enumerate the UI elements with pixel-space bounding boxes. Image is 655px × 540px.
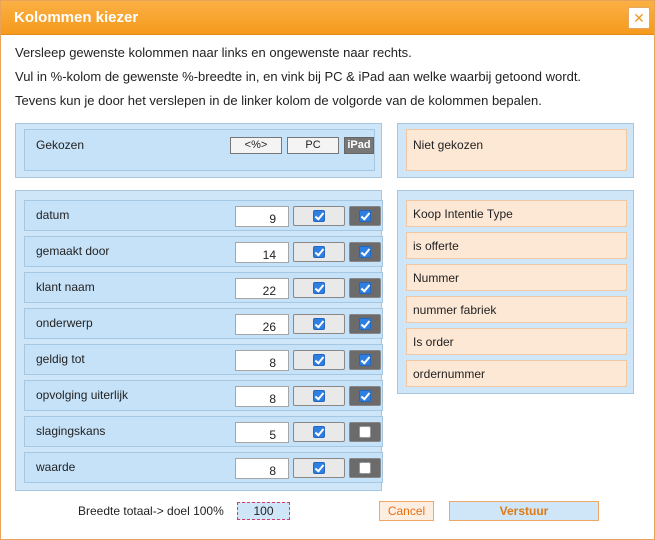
ipad-checkbox[interactable] bbox=[359, 354, 371, 366]
chosen-column-row[interactable]: geldig tot 8 bbox=[24, 344, 383, 375]
ipad-toggle[interactable] bbox=[349, 242, 381, 262]
chosen-column-row[interactable]: opvolging uiterlijk 8 bbox=[24, 380, 383, 411]
pc-column-header[interactable]: PC bbox=[287, 137, 339, 154]
chosen-column-row[interactable]: datum 9 bbox=[24, 200, 383, 231]
chosen-column-label: waarde bbox=[36, 460, 76, 474]
instruction-line-3: Tevens kun je door het verslepen in de l… bbox=[15, 93, 542, 108]
ipad-toggle[interactable] bbox=[349, 278, 381, 298]
ipad-checkbox[interactable] bbox=[359, 282, 371, 294]
chosen-column-row[interactable]: slagingskans 5 bbox=[24, 416, 383, 447]
not-chosen-column-item[interactable]: ordernummer bbox=[406, 360, 627, 387]
not-chosen-column-label: ordernummer bbox=[413, 367, 486, 381]
ipad-checkbox[interactable] bbox=[359, 318, 371, 330]
pc-toggle[interactable] bbox=[293, 278, 345, 298]
ipad-checkbox[interactable] bbox=[359, 246, 371, 258]
chosen-column-row[interactable]: klant naam 22 bbox=[24, 272, 383, 303]
pc-checkbox[interactable] bbox=[313, 390, 325, 402]
percent-input[interactable]: 5 bbox=[235, 422, 289, 443]
chosen-column-label: klant naam bbox=[36, 280, 95, 294]
ipad-toggle[interactable] bbox=[349, 206, 381, 226]
ipad-toggle[interactable] bbox=[349, 422, 381, 442]
pc-toggle[interactable] bbox=[293, 242, 345, 262]
chosen-columns-panel: datum 9 gemaakt door 14 klant naam 22 onderwer… bbox=[15, 190, 383, 491]
ipad-checkbox[interactable] bbox=[359, 390, 371, 402]
chosen-column-label: geldig tot bbox=[36, 352, 85, 366]
chosen-column-label: slagingskans bbox=[36, 424, 106, 438]
not-chosen-column-item[interactable]: Nummer bbox=[406, 264, 627, 291]
pc-toggle[interactable] bbox=[293, 386, 345, 406]
not-chosen-header-row: Niet gekozen bbox=[406, 129, 627, 171]
not-chosen-column-label: is offerte bbox=[413, 239, 459, 253]
percent-input[interactable]: 22 bbox=[235, 278, 289, 299]
pc-toggle[interactable] bbox=[293, 422, 345, 442]
instruction-line-1: Versleep gewenste kolommen naar links en… bbox=[15, 45, 412, 60]
column-chooser-dialog: Kolommen kiezer ✕ Versleep gewenste kolo… bbox=[0, 0, 655, 540]
dialog-title: Kolommen kiezer bbox=[14, 9, 139, 26]
ipad-toggle[interactable] bbox=[349, 314, 381, 334]
chosen-column-row[interactable]: waarde 8 bbox=[24, 452, 383, 483]
pc-toggle[interactable] bbox=[293, 206, 345, 226]
pc-toggle[interactable] bbox=[293, 350, 345, 370]
pc-checkbox[interactable] bbox=[313, 318, 325, 330]
not-chosen-header-panel: Niet gekozen bbox=[397, 123, 634, 178]
pc-checkbox[interactable] bbox=[313, 210, 325, 222]
chosen-column-label: opvolging uiterlijk bbox=[36, 388, 129, 402]
not-chosen-column-item[interactable]: Is order bbox=[406, 328, 627, 355]
ipad-checkbox[interactable] bbox=[359, 426, 371, 438]
ipad-toggle[interactable] bbox=[349, 458, 381, 478]
percent-input[interactable]: 8 bbox=[235, 386, 289, 407]
chosen-column-label: gemaakt door bbox=[36, 244, 110, 258]
pc-checkbox[interactable] bbox=[313, 354, 325, 366]
not-chosen-columns-panel: Koop Intentie Type is offerte Nummer nummer… bbox=[397, 190, 634, 394]
not-chosen-column-label: Koop Intentie Type bbox=[413, 207, 513, 221]
chosen-column-label: onderwerp bbox=[36, 316, 93, 330]
not-chosen-column-item[interactable]: Koop Intentie Type bbox=[406, 200, 627, 227]
chosen-header-panel: Gekozen <%> PC iPad bbox=[15, 123, 382, 178]
chosen-column-row[interactable]: gemaakt door 14 bbox=[24, 236, 383, 267]
not-chosen-column-item[interactable]: nummer fabriek bbox=[406, 296, 627, 323]
ipad-toggle[interactable] bbox=[349, 350, 381, 370]
not-chosen-header-label: Niet gekozen bbox=[413, 138, 484, 152]
cancel-button[interactable]: Cancel bbox=[379, 501, 434, 521]
ipad-checkbox[interactable] bbox=[359, 462, 371, 474]
not-chosen-column-label: nummer fabriek bbox=[413, 303, 497, 317]
not-chosen-column-label: Nummer bbox=[413, 271, 460, 285]
percent-column-header[interactable]: <%> bbox=[230, 137, 282, 154]
pc-toggle[interactable] bbox=[293, 458, 345, 478]
ipad-toggle[interactable] bbox=[349, 386, 381, 406]
chosen-header-label: Gekozen bbox=[36, 138, 85, 152]
percent-input[interactable]: 14 bbox=[235, 242, 289, 263]
chosen-column-label: datum bbox=[36, 208, 70, 222]
ipad-checkbox[interactable] bbox=[359, 210, 371, 222]
percent-input[interactable]: 9 bbox=[235, 206, 289, 227]
pc-checkbox[interactable] bbox=[313, 462, 325, 474]
percent-input[interactable]: 8 bbox=[235, 350, 289, 371]
send-button[interactable]: Verstuur bbox=[449, 501, 599, 521]
chosen-column-row[interactable]: onderwerp 26 bbox=[24, 308, 383, 339]
ipad-column-header[interactable]: iPad bbox=[344, 137, 374, 154]
pc-checkbox[interactable] bbox=[313, 282, 325, 294]
dialog-titlebar: Kolommen kiezer ✕ bbox=[1, 1, 654, 35]
close-icon[interactable]: ✕ bbox=[628, 7, 650, 29]
chosen-header-row: Gekozen <%> PC iPad bbox=[24, 129, 375, 171]
pc-toggle[interactable] bbox=[293, 314, 345, 334]
percent-input[interactable]: 8 bbox=[235, 458, 289, 479]
percent-input[interactable]: 26 bbox=[235, 314, 289, 335]
instruction-line-2: Vul in %-kolom de gewenste %-breedte in,… bbox=[15, 69, 582, 84]
not-chosen-column-label: Is order bbox=[413, 335, 454, 349]
total-width-label: Breedte totaal-> doel 100% bbox=[78, 504, 224, 518]
total-width-value: 100 bbox=[237, 502, 290, 520]
not-chosen-column-item[interactable]: is offerte bbox=[406, 232, 627, 259]
pc-checkbox[interactable] bbox=[313, 246, 325, 258]
pc-checkbox[interactable] bbox=[313, 426, 325, 438]
